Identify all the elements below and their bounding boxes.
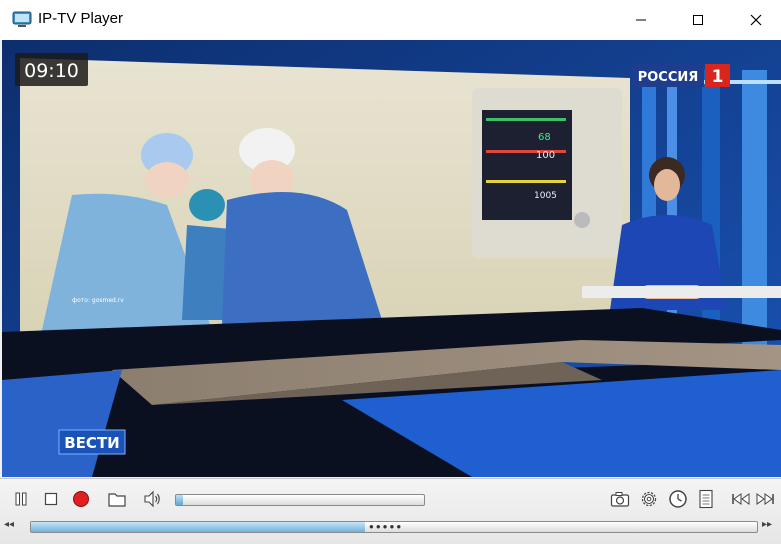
list-icon — [699, 489, 713, 509]
record-icon — [73, 491, 89, 507]
svg-text:09:10: 09:10 — [24, 60, 79, 82]
photo-credit: фото: gosmed.rv — [72, 297, 124, 304]
maximize-icon — [693, 15, 703, 25]
clock-icon — [669, 490, 687, 508]
svg-text:ВЕСТИ: ВЕСТИ — [64, 434, 119, 452]
next-channel-button[interactable] — [753, 487, 777, 511]
close-icon — [750, 14, 762, 26]
record-button[interactable] — [69, 487, 93, 511]
control-bar: ◂◂ ●●●●● ▸▸ — [0, 478, 781, 544]
video-area[interactable]: 68 100 1005 фото: gosmed.rv 09:10 РОССИЯ… — [2, 40, 781, 477]
seek-progress — [31, 522, 365, 532]
previous-channel-button[interactable] — [729, 487, 753, 511]
pause-button[interactable] — [9, 487, 33, 511]
previous-icon — [732, 493, 750, 505]
speaker-icon — [144, 490, 160, 508]
video-frame: 68 100 1005 фото: gosmed.rv 09:10 РОССИЯ… — [2, 40, 781, 477]
volume-level — [176, 495, 184, 505]
stop-button[interactable] — [39, 487, 63, 511]
snapshot-button[interactable] — [608, 487, 632, 511]
seek-forward-arrows[interactable]: ▸▸ — [762, 519, 772, 530]
title-bar[interactable]: IP-TV Player — [0, 0, 781, 40]
player-window: IP-TV Player 68 100 1005 фото: gosmed.rv… — [0, 0, 781, 544]
clock-overlay: 09:10 — [15, 53, 88, 86]
window-title: IP-TV Player — [38, 10, 124, 27]
svg-text:100: 100 — [536, 150, 555, 161]
folder-icon — [108, 493, 126, 507]
svg-text:68: 68 — [538, 132, 551, 143]
maximize-button[interactable] — [675, 0, 721, 40]
camera-icon — [610, 492, 630, 507]
settings-button[interactable] — [637, 487, 661, 511]
svg-text:1: 1 — [712, 67, 724, 87]
playlist-button[interactable] — [694, 487, 718, 511]
channel-logo: РОССИЯ 1 — [632, 64, 730, 87]
minimize-icon — [636, 19, 646, 21]
pause-icon — [15, 492, 27, 506]
svg-text:1005: 1005 — [534, 191, 557, 201]
minimize-button[interactable] — [618, 0, 664, 40]
stop-icon — [44, 492, 58, 506]
mute-button[interactable] — [140, 487, 164, 511]
gear-icon — [641, 491, 657, 507]
next-icon — [756, 493, 774, 505]
seek-grip-icon[interactable]: ●●●●● — [369, 523, 403, 531]
volume-slider[interactable] — [175, 494, 425, 506]
studio-video-wall: 68 100 1005 фото: gosmed.rv — [20, 58, 630, 340]
seek-slider[interactable]: ●●●●● — [30, 521, 758, 533]
svg-text:РОССИЯ: РОССИЯ — [638, 70, 699, 85]
seek-back-arrows[interactable]: ◂◂ — [4, 519, 14, 530]
close-button[interactable] — [733, 0, 779, 40]
tv-app-icon — [12, 11, 32, 27]
show-logo: ВЕСТИ — [58, 429, 126, 455]
open-button[interactable] — [105, 487, 129, 511]
schedule-button[interactable] — [666, 487, 690, 511]
